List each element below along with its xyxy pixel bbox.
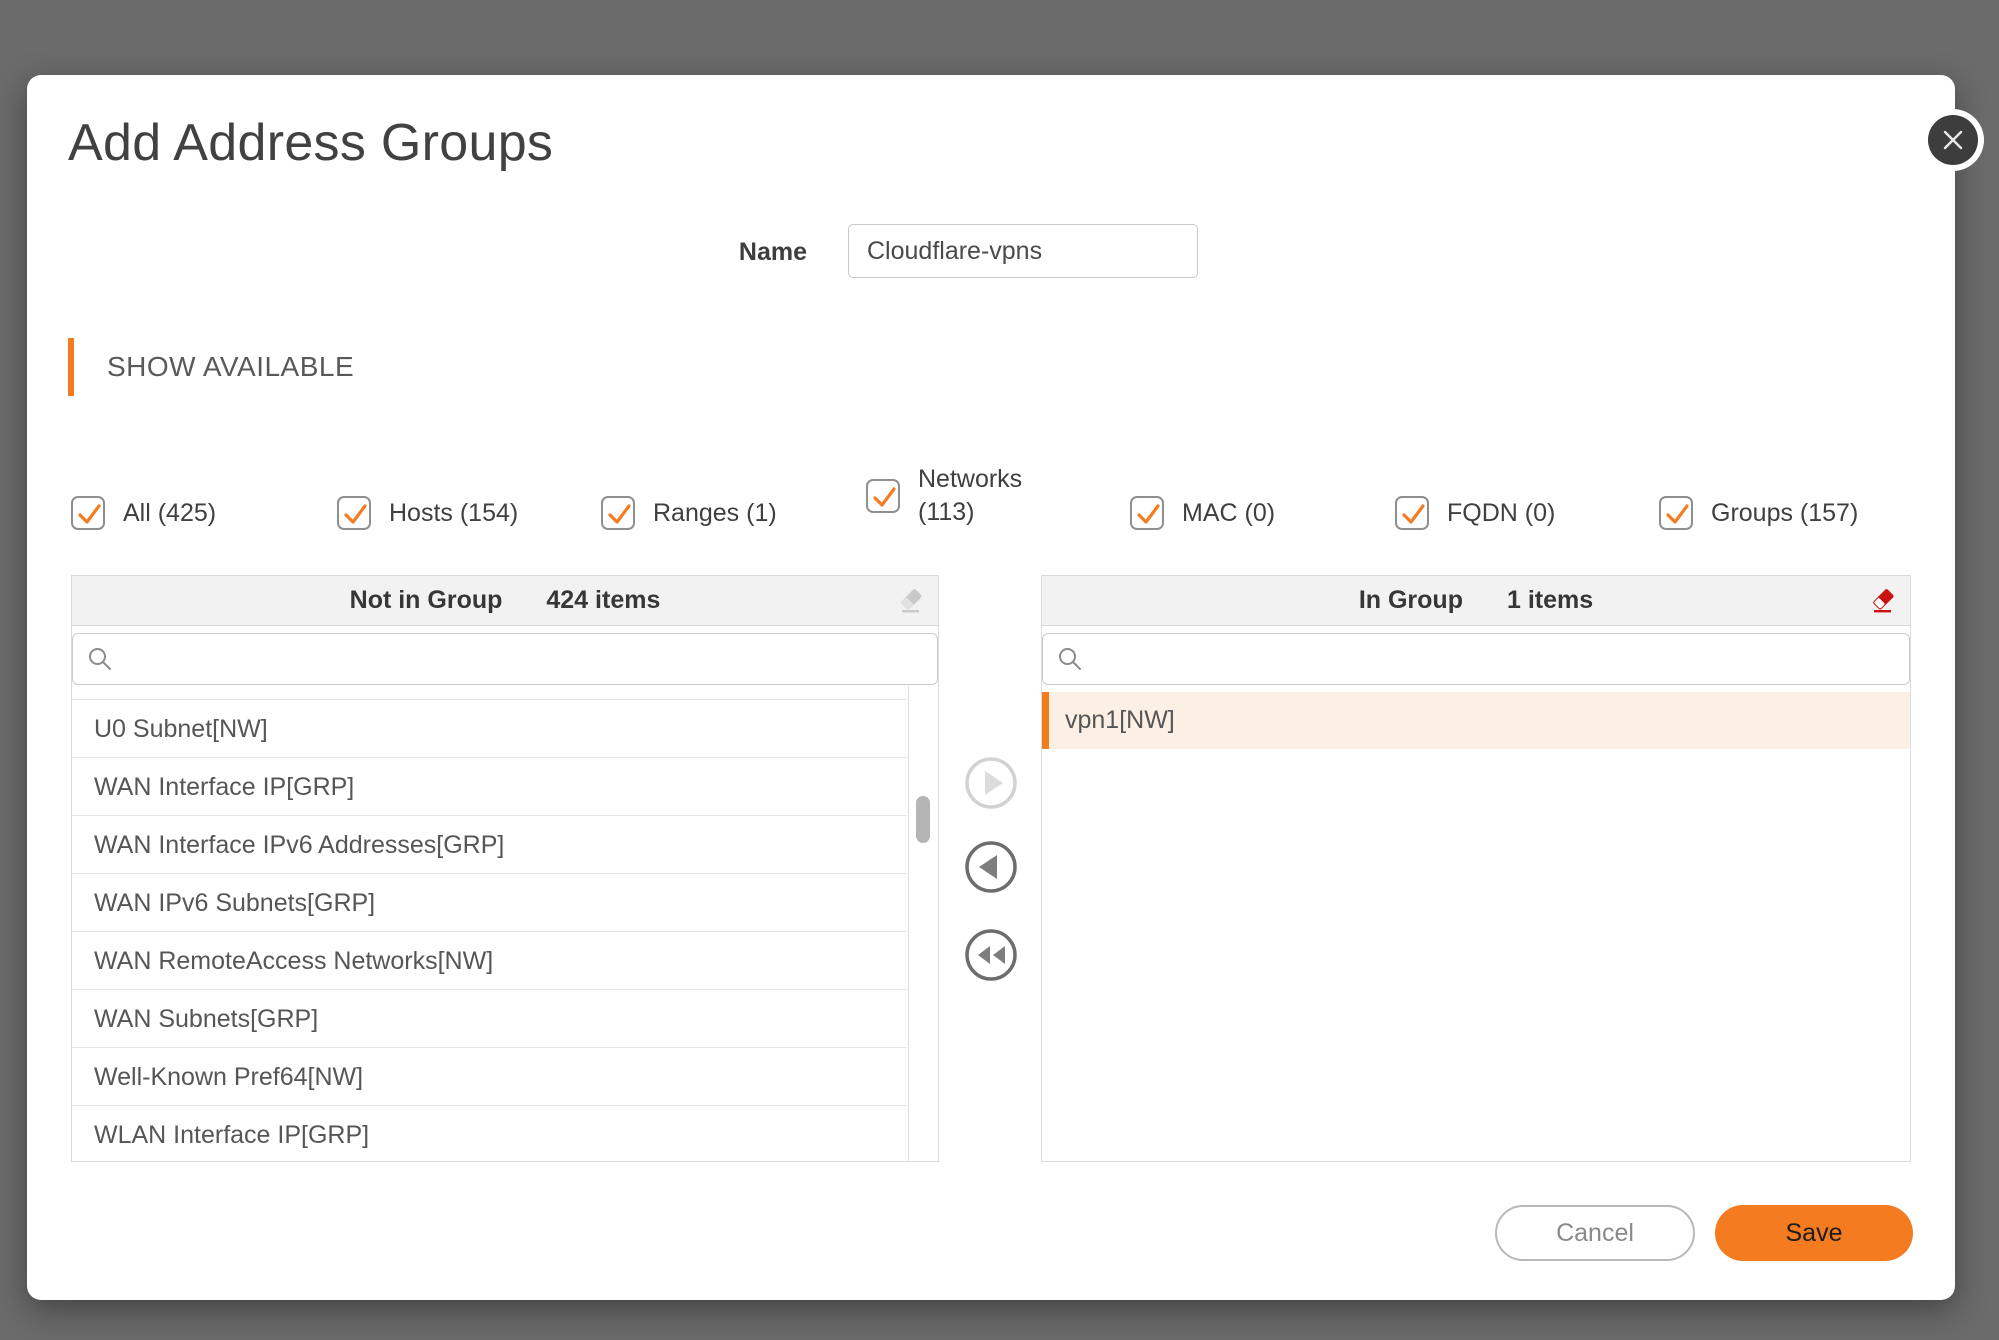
check-icon (1661, 498, 1695, 532)
close-icon (1928, 115, 1978, 165)
save-button[interactable]: Save (1715, 1205, 1913, 1261)
name-label: Name (627, 236, 807, 268)
in-group-panel: In Group 1 items vpn1[NW] (1041, 575, 1911, 1162)
show-available-section: SHOW AVAILABLE (68, 338, 354, 396)
in-group-header: In Group 1 items (1042, 576, 1910, 626)
not-in-group-count: 424 items (546, 586, 660, 615)
filter-label-fqdn: FQDN (0) (1447, 497, 1555, 530)
list-item[interactable]: WAN Interface IP[GRP] (72, 758, 907, 816)
in-group-title: In Group (1359, 586, 1463, 615)
check-icon (73, 498, 107, 532)
filter-label-mac: MAC (0) (1182, 497, 1275, 530)
checkbox-hosts[interactable] (337, 496, 371, 530)
search-input[interactable] (123, 634, 937, 684)
scrollbar-thumb[interactable] (916, 796, 930, 843)
list-item[interactable]: WLAN Interface IP[GRP] (72, 1106, 907, 1162)
check-icon (339, 498, 373, 532)
name-field[interactable] (848, 224, 1198, 278)
scrollbar-track[interactable] (908, 686, 938, 1161)
filter-label-hosts: Hosts (154) (389, 497, 518, 530)
not-in-group-search (72, 633, 938, 685)
arrow-left-icon (963, 839, 1019, 895)
checkbox-ranges[interactable] (601, 496, 635, 530)
clear-selection-button[interactable] (896, 586, 926, 616)
in-group-search (1042, 633, 1910, 685)
list-item[interactable]: WAN IPv6 Subnets[GRP] (72, 874, 907, 932)
move-all-left-button[interactable] (963, 927, 1019, 983)
checkbox-mac[interactable] (1130, 496, 1164, 530)
filter-label-all: All (425) (123, 497, 216, 530)
list-item[interactable]: U0 Subnet[NW] (72, 700, 907, 758)
in-group-count: 1 items (1507, 586, 1593, 615)
filter-label-ranges: Ranges (1) (653, 497, 777, 530)
list-item[interactable]: WAN Subnets[GRP] (72, 990, 907, 1048)
accent-bar (68, 338, 74, 396)
check-icon (1397, 498, 1431, 532)
checkbox-all[interactable] (71, 496, 105, 530)
list-item[interactable]: Well-Known Pref64[NW] (72, 1048, 907, 1106)
not-in-group-panel: Not in Group 424 items U0 Subne (71, 575, 939, 1162)
not-in-group-list: U0 Subnet[NW] WAN Interface IP[GRP] WAN … (72, 685, 938, 1162)
cancel-button[interactable]: Cancel (1495, 1205, 1695, 1261)
search-icon (87, 646, 113, 672)
clear-group-button[interactable] (1868, 586, 1898, 616)
eraser-icon-red (1868, 586, 1898, 616)
close-button[interactable] (1928, 115, 1978, 165)
in-group-item-selected[interactable]: vpn1[NW] (1042, 692, 1910, 749)
check-icon (868, 481, 902, 515)
checkbox-networks[interactable] (866, 479, 900, 513)
add-address-groups-dialog: Add Address Groups Name SHOW AVAILABLE A… (27, 75, 1955, 1300)
checkbox-groups[interactable] (1659, 496, 1693, 530)
move-left-button[interactable] (963, 839, 1019, 895)
search-icon (1057, 646, 1083, 672)
filter-label-networks: Networks (113) (918, 463, 1036, 529)
check-icon (603, 498, 637, 532)
not-in-group-header: Not in Group 424 items (72, 576, 938, 626)
checkbox-fqdn[interactable] (1395, 496, 1429, 530)
list-scroll-spacer (72, 685, 907, 700)
list-item[interactable]: WAN Interface IPv6 Addresses[GRP] (72, 816, 907, 874)
search-input[interactable] (1093, 634, 1909, 684)
double-arrow-left-icon (963, 927, 1019, 983)
check-icon (1132, 498, 1166, 532)
list-item[interactable]: WAN RemoteAccess Networks[NW] (72, 932, 907, 990)
filter-label-groups: Groups (157) (1711, 497, 1858, 530)
arrow-right-icon (963, 755, 1019, 811)
move-right-button[interactable] (963, 755, 1019, 811)
show-available-label: SHOW AVAILABLE (107, 351, 354, 383)
eraser-icon (896, 586, 926, 616)
not-in-group-title: Not in Group (350, 586, 503, 615)
page-title: Add Address Groups (68, 113, 553, 173)
